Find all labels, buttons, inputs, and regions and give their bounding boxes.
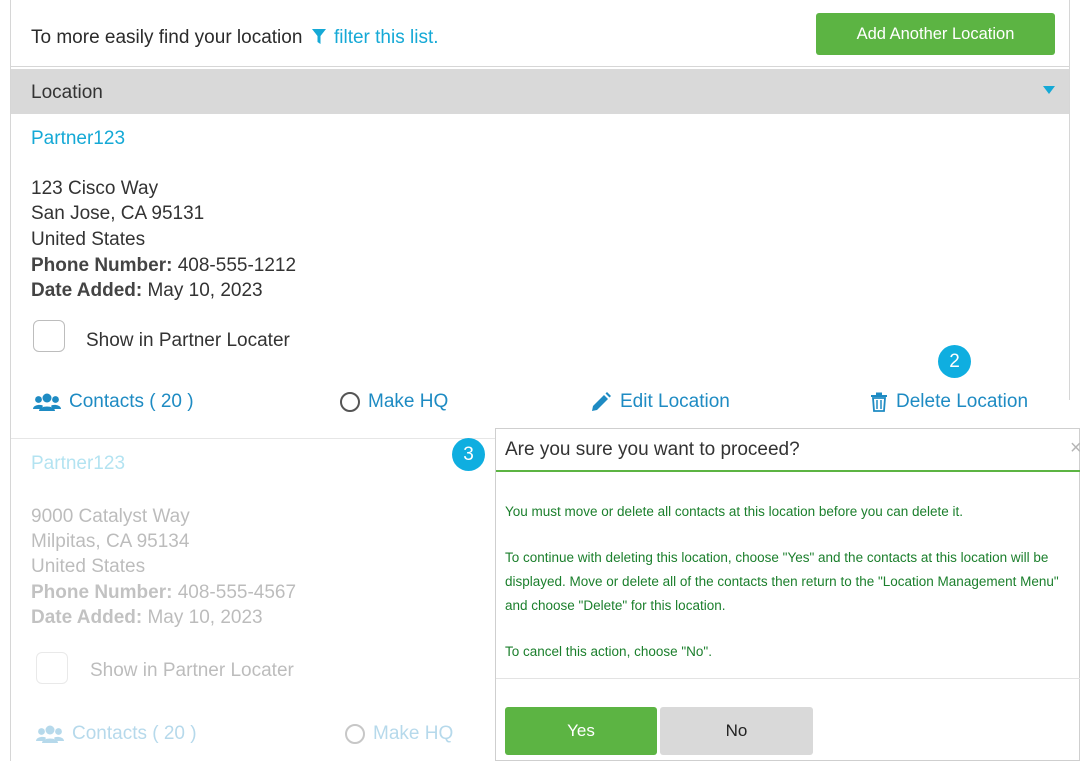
location-list-header[interactable] — [11, 69, 1069, 114]
date-added-row: Date Added: May 10, 2023 — [31, 279, 263, 303]
confirm-delete-dialog: Are you sure you want to proceed? × You … — [495, 428, 1080, 761]
close-icon[interactable]: × — [1070, 437, 1080, 460]
yes-button[interactable]: Yes — [505, 707, 657, 755]
trash-icon — [871, 392, 887, 412]
address-line-1: 9000 Catalyst Way — [31, 506, 190, 527]
delete-location-label: Delete Location — [896, 391, 1029, 412]
date-added-row: Date Added: May 10, 2023 — [31, 606, 263, 630]
phone-value: 408-555-4567 — [177, 582, 297, 603]
contacts-label: Contacts ( 20 ) — [72, 723, 197, 744]
edit-location-label: Edit Location — [620, 391, 730, 412]
date-added-label: Date Added: — [31, 607, 143, 628]
contacts-icon — [36, 725, 64, 743]
add-another-location-button[interactable]: Add Another Location — [816, 13, 1055, 55]
contacts-link[interactable]: Contacts ( 20 ) — [36, 723, 197, 745]
filter-list-link[interactable]: filter this list. — [334, 27, 439, 48]
contacts-link[interactable]: Contacts ( 20 ) — [33, 391, 194, 413]
make-hq-option[interactable]: Make HQ — [340, 391, 448, 413]
address-country: United States — [31, 556, 146, 577]
dialog-title: Are you sure you want to proceed? — [505, 439, 800, 460]
date-added-label: Date Added: — [31, 280, 143, 301]
contacts-label: Contacts ( 20 ) — [69, 391, 194, 412]
make-hq-radio[interactable] — [340, 392, 360, 412]
dialog-message-2: To continue with deleting this location,… — [505, 550, 1059, 613]
phone-value: 408-555-1212 — [177, 255, 297, 276]
edit-location-link[interactable]: Edit Location — [590, 391, 730, 413]
address-country: United States — [31, 229, 146, 250]
phone-row: Phone Number: 408-555-1212 — [31, 254, 296, 278]
location-name[interactable]: Partner123 — [31, 128, 125, 150]
dialog-title-divider — [496, 470, 1080, 472]
phone-label: Phone Number: — [31, 582, 173, 603]
make-hq-label: Make HQ — [373, 723, 454, 744]
filter-hint: To more easily find your location filter… — [31, 27, 439, 51]
step-callout-2: 2 — [938, 345, 971, 378]
filter-icon[interactable] — [311, 29, 326, 51]
location-divider — [11, 438, 496, 439]
date-added-value: May 10, 2023 — [147, 280, 263, 301]
make-hq-radio[interactable] — [345, 724, 365, 744]
dialog-footer-divider — [496, 678, 1080, 679]
page-border-right — [1069, 0, 1070, 400]
pencil-icon — [592, 392, 611, 411]
toolbar-divider — [10, 66, 1070, 67]
address-line-2: San Jose, CA 95131 — [31, 203, 205, 224]
show-in-partner-locater-label: Show in Partner Locater — [90, 660, 294, 681]
date-added-value: May 10, 2023 — [147, 607, 263, 628]
location-header-label: Location — [31, 82, 103, 103]
dialog-message-1: You must move or delete all contacts at … — [505, 504, 964, 519]
make-hq-option[interactable]: Make HQ — [345, 723, 453, 745]
address-line-2: Milpitas, CA 95134 — [31, 531, 190, 552]
show-in-partner-locater-checkbox[interactable] — [36, 652, 68, 684]
show-in-partner-locater-checkbox[interactable] — [33, 320, 65, 352]
dialog-message-3: To cancel this action, choose "No". — [505, 644, 712, 659]
contacts-icon — [33, 393, 61, 411]
delete-location-link[interactable]: Delete Location — [870, 391, 1028, 413]
step-callout-3: 3 — [452, 438, 485, 471]
filter-hint-text: To more easily find your location — [31, 27, 303, 48]
address-line-1: 123 Cisco Way — [31, 178, 159, 199]
phone-row: Phone Number: 408-555-4567 — [31, 581, 296, 605]
sort-caret-icon[interactable] — [1043, 86, 1055, 94]
page-border-left — [10, 0, 11, 761]
make-hq-label: Make HQ — [368, 391, 449, 412]
phone-label: Phone Number: — [31, 255, 173, 276]
no-button[interactable]: No — [660, 707, 813, 755]
show-in-partner-locater-label: Show in Partner Locater — [86, 330, 290, 351]
dialog-body: You must move or delete all contacts at … — [505, 500, 1067, 686]
location-name[interactable]: Partner123 — [31, 453, 125, 475]
